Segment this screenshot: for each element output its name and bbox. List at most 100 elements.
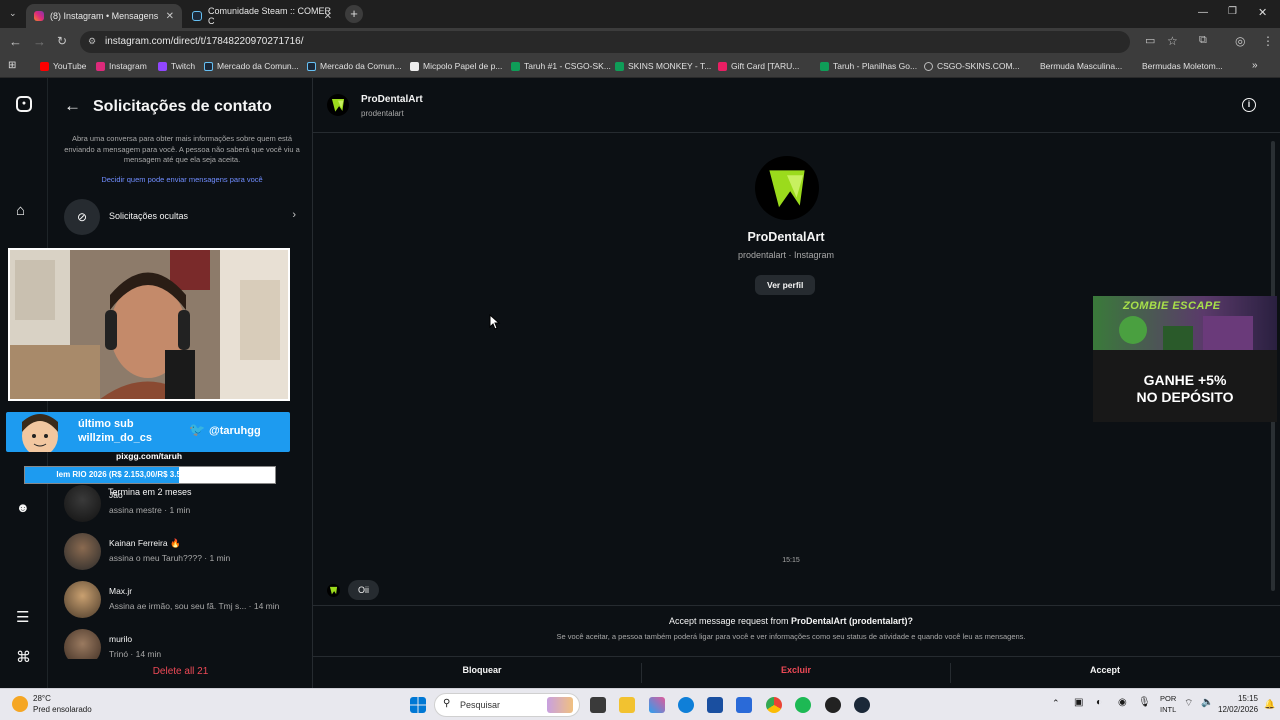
- bookmark-item[interactable]: Instagram: [96, 61, 147, 71]
- profile-icon[interactable]: ◎: [1235, 34, 1245, 48]
- bookmark-item[interactable]: Bermuda Masculina...: [1040, 61, 1122, 71]
- apps-grid-icon[interactable]: ⊞: [8, 60, 16, 71]
- bookmark-item[interactable]: Mercado da Comun...: [307, 61, 402, 71]
- block-button[interactable]: Bloquear: [321, 665, 643, 675]
- file-explorer-icon[interactable]: [619, 697, 635, 713]
- message-timestamp: 15:15: [782, 557, 800, 564]
- instagram-logo-icon[interactable]: ●: [16, 96, 32, 112]
- back-icon[interactable]: ←: [9, 34, 22, 49]
- bookmark-item[interactable]: Gift Card [TARU...: [718, 61, 799, 71]
- weather-description: Pred ensolarado: [33, 705, 92, 714]
- bookmark-item[interactable]: Twitch: [158, 61, 195, 71]
- ad-banner-image: ZOMBIE ESCAPE: [1093, 296, 1277, 350]
- profile-picture[interactable]: [755, 156, 819, 220]
- last-sub-name: willzim_do_cs: [78, 432, 152, 444]
- prodentalart-logo-icon[interactable]: [327, 94, 349, 116]
- request-list-item[interactable]: Kainan Ferreira 🔥 assina o meu Taruh????…: [64, 533, 304, 573]
- extensions-icon[interactable]: ⧉: [1199, 34, 1207, 47]
- volume-icon[interactable]: 🔈: [1201, 697, 1213, 708]
- ad-title: ZOMBIE ESCAPE: [1123, 300, 1221, 312]
- keyboard-layout[interactable]: INTL: [1160, 705, 1176, 714]
- request-preview: assina mestre · 1 min: [109, 505, 191, 515]
- forward-icon[interactable]: →: [33, 34, 46, 49]
- menu-icon[interactable]: ☰: [16, 608, 29, 626]
- url-text: instagram.com/direct/t/17848220970271716…: [105, 36, 304, 47]
- wifi-icon[interactable]: ⌔: [1184, 697, 1193, 710]
- more-bookmarks-icon[interactable]: »: [1252, 60, 1258, 71]
- chat-header: ProDentalArt prodentalart i: [313, 78, 1280, 133]
- last-sub-label: último sub: [78, 418, 134, 430]
- youtube-icon: [40, 61, 49, 71]
- request-name: murilo: [109, 634, 133, 644]
- microphone-icon[interactable]: 🎙: [1138, 697, 1151, 708]
- cast-icon[interactable]: ▭: [1145, 34, 1155, 47]
- delete-all-button[interactable]: Delete all 21: [48, 666, 313, 677]
- maximize-icon[interactable]: ❐: [1228, 6, 1237, 17]
- twitch-icon: [158, 61, 167, 71]
- tray-chevron-icon[interactable]: ⌃: [1052, 698, 1060, 709]
- windows-start-icon[interactable]: [410, 697, 426, 713]
- sender-avatar-icon[interactable]: [327, 584, 340, 597]
- info-icon[interactable]: i: [1242, 98, 1256, 112]
- bookmark-item[interactable]: YouTube: [40, 61, 86, 71]
- steam-icon[interactable]: [854, 697, 870, 713]
- close-tab-icon[interactable]: ✕: [166, 11, 174, 22]
- taskbar-search[interactable]: ⚲ Pesquisar: [434, 693, 580, 717]
- home-icon[interactable]: ⌂: [16, 202, 25, 219]
- hidden-requests-row[interactable]: ⊘ Solicitações ocultas ›: [64, 199, 304, 235]
- new-tab-button[interactable]: +: [345, 5, 363, 23]
- bookmark-item[interactable]: Micpolo Papel de p...: [410, 61, 502, 71]
- close-window-icon[interactable]: ✕: [1258, 6, 1267, 19]
- message-bubble[interactable]: Oii: [348, 580, 379, 600]
- url-field[interactable]: ⚙ instagram.com/direct/t/178482209702717…: [80, 31, 1130, 53]
- tab-steam[interactable]: Comunidade Steam :: COMER C ✕: [184, 4, 340, 28]
- back-arrow-icon[interactable]: ←: [64, 96, 81, 116]
- clock-time[interactable]: 15:15: [1218, 694, 1258, 703]
- view-profile-button[interactable]: Ver perfil: [755, 275, 816, 295]
- minimize-icon[interactable]: —: [1198, 7, 1208, 18]
- profile-subtitle: prodentalart · Instagram: [737, 250, 835, 260]
- tray-app-icon[interactable]: ◉: [1118, 697, 1127, 708]
- edge-icon[interactable]: [678, 697, 694, 713]
- bookmark-item[interactable]: Taruh - Planilhas Go...: [820, 61, 917, 71]
- app-icon[interactable]: [707, 697, 723, 713]
- request-list-item[interactable]: Max.jr Assina ae irmão, sou seu fã. Tmj …: [64, 581, 304, 621]
- site-info-icon[interactable]: ⚙: [88, 36, 96, 47]
- accept-button[interactable]: Accept: [944, 665, 1266, 675]
- tray-app-icon[interactable]: ▣: [1074, 697, 1083, 708]
- menu-kebab-icon[interactable]: ⋮: [1262, 34, 1274, 48]
- delete-button[interactable]: Excluir: [635, 665, 957, 675]
- tab-list-icon[interactable]: ⌄: [9, 8, 17, 19]
- avatar-icon[interactable]: ☻: [16, 500, 30, 515]
- webcam-overlay: [8, 248, 290, 401]
- close-tab-icon[interactable]: ✕: [324, 11, 332, 22]
- weather-icon[interactable]: [12, 696, 28, 712]
- request-name: Max.jr: [109, 586, 133, 596]
- tab-label: Comunidade Steam :: COMER C: [208, 6, 332, 26]
- bookmark-item[interactable]: Taruh #1 - CSGO-SK...: [511, 61, 611, 71]
- bookmark-item[interactable]: SKINS MONKEY - T...: [615, 61, 711, 71]
- clock-date[interactable]: 12/02/2026: [1218, 705, 1258, 714]
- chrome-icon[interactable]: [766, 697, 782, 713]
- language-code[interactable]: POR: [1160, 694, 1176, 703]
- bookmark-item[interactable]: Mercado da Comun...: [204, 61, 299, 71]
- bookmark-item[interactable]: Bermudas Moletom...: [1142, 61, 1223, 71]
- task-view-icon[interactable]: [590, 697, 606, 713]
- notifications-icon[interactable]: 🔔: [1264, 699, 1275, 710]
- bookmark-item[interactable]: CSGO-SKINS.COM...: [924, 61, 1020, 71]
- tab-label: (8) Instagram • Mensagens: [50, 11, 159, 21]
- tray-app-icon[interactable]: ◐: [1096, 697, 1102, 708]
- meta-icon[interactable]: ⌘: [16, 648, 31, 666]
- obs-icon[interactable]: [825, 697, 841, 713]
- steam-icon: [307, 61, 316, 71]
- mouse-cursor-icon: [489, 314, 501, 330]
- spotify-icon[interactable]: [795, 697, 811, 713]
- bookmark-star-icon[interactable]: ☆: [1167, 34, 1178, 48]
- message-settings-link[interactable]: Decidir quem pode enviar mensagens para …: [62, 175, 302, 184]
- request-list-item[interactable]: murilo Trinó · 14 min: [64, 629, 304, 659]
- reload-icon[interactable]: ↻: [57, 34, 67, 48]
- store-icon[interactable]: [649, 697, 665, 713]
- conversation-name[interactable]: ProDentalArt: [361, 94, 423, 105]
- tab-instagram[interactable]: (8) Instagram • Mensagens ✕: [26, 4, 182, 28]
- vscode-icon[interactable]: [736, 697, 752, 713]
